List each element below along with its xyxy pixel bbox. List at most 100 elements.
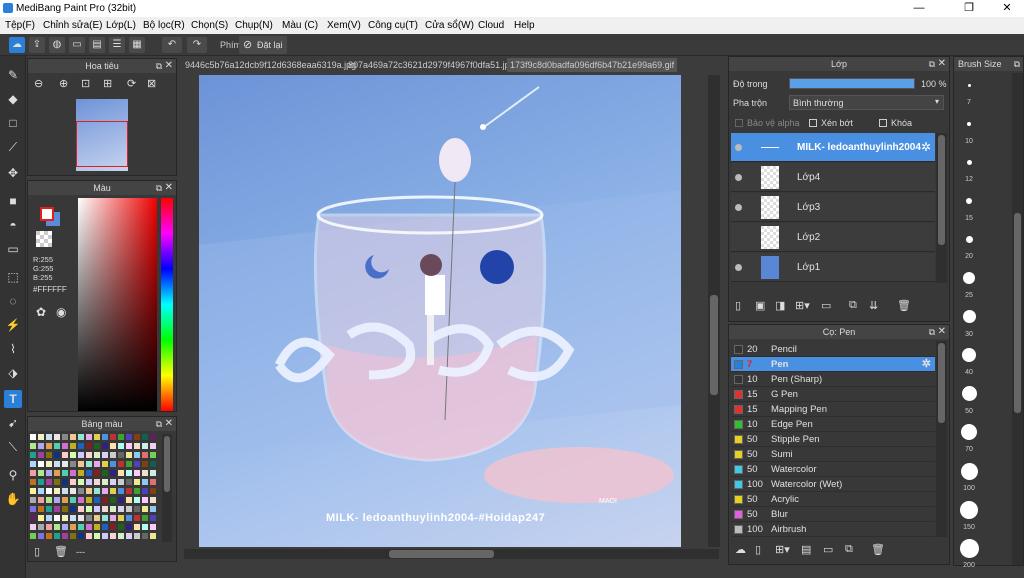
palette-swatch[interactable]: [86, 533, 92, 539]
palette-swatch[interactable]: [142, 452, 148, 458]
palette-swatch[interactable]: [110, 506, 116, 512]
palette-swatch[interactable]: [94, 461, 100, 467]
palette-swatch[interactable]: [134, 452, 140, 458]
palette-swatch[interactable]: [102, 533, 108, 539]
palette-swatch[interactable]: [150, 479, 156, 485]
palette-swatch[interactable]: [126, 488, 132, 494]
palette-swatch[interactable]: [30, 461, 36, 467]
new-palette-icon[interactable]: ▯: [34, 545, 40, 558]
brush-folder-icon[interactable]: ▭: [823, 543, 833, 556]
gear-icon[interactable]: ✲: [921, 140, 931, 154]
palette-swatch[interactable]: [86, 497, 92, 503]
palette-swatch[interactable]: [70, 452, 76, 458]
blend-select[interactable]: Bình thường ▾: [789, 95, 944, 110]
brush-size-scroll-thumb[interactable]: [1014, 213, 1021, 413]
brush-item[interactable]: 7 Pen ✲: [731, 357, 935, 372]
palette-swatch[interactable]: [70, 479, 76, 485]
transparent-swatch[interactable]: [36, 231, 52, 247]
layers-scroll-thumb[interactable]: [938, 135, 945, 245]
palette-swatch[interactable]: [30, 434, 36, 440]
palette-swatch[interactable]: [142, 497, 148, 503]
palette-swatch[interactable]: [118, 515, 124, 521]
palette-swatch[interactable]: [46, 443, 52, 449]
brush-size-dot[interactable]: [966, 197, 972, 204]
close-icon[interactable]: ✕: [938, 325, 946, 339]
brush-item[interactable]: 100 Airbrush: [731, 522, 935, 537]
palette-swatch[interactable]: [142, 479, 148, 485]
palette-swatch[interactable]: [30, 479, 36, 485]
new-halftone-layer-icon[interactable]: ▣: [755, 299, 765, 312]
hand-tool-icon[interactable]: ✋: [4, 490, 22, 508]
popout-icon[interactable]: ⧉: [929, 57, 935, 71]
palette-swatch[interactable]: [86, 461, 92, 467]
close-icon[interactable]: ✕: [165, 59, 173, 73]
palette-swatch[interactable]: [118, 488, 124, 494]
palette-swatch[interactable]: [142, 434, 148, 440]
palette-swatch[interactable]: [78, 452, 84, 458]
select-rect-tool-icon[interactable]: ⬚: [4, 268, 22, 286]
palette-swatch[interactable]: [62, 497, 68, 503]
folder-icon[interactable]: ▭: [821, 299, 831, 312]
palette-swatch[interactable]: [70, 533, 76, 539]
palette-swatch[interactable]: [102, 443, 108, 449]
delete-layer-icon[interactable]: 🗑: [897, 299, 911, 312]
palette-swatch[interactable]: [134, 470, 140, 476]
layer-row[interactable]: Lớp2: [731, 223, 935, 252]
brush-scrollbar[interactable]: [936, 341, 947, 537]
popout-icon[interactable]: ⧉: [929, 325, 935, 339]
popout-icon[interactable]: ⧉: [1014, 57, 1020, 71]
tab-image-1[interactable]: 9446c5b76a12dcb9f12d6368eaa6319a.jpg: [182, 58, 359, 72]
add-layer-menu-icon[interactable]: ⊞▾: [795, 299, 810, 312]
palette-swatch[interactable]: [30, 533, 36, 539]
palette-swatch[interactable]: [94, 434, 100, 440]
palette-swatch[interactable]: [78, 497, 84, 503]
list-icon[interactable]: ☰: [109, 37, 125, 53]
text-tool-icon[interactable]: T: [4, 390, 22, 408]
palette-swatch[interactable]: [78, 443, 84, 449]
menu-select[interactable]: Chọn(S): [191, 20, 228, 31]
brush-item[interactable]: 50 Blur: [731, 507, 935, 522]
palette-swatch[interactable]: [46, 515, 52, 521]
lock-checkbox[interactable]: [879, 119, 887, 127]
brush-size-dot[interactable]: [967, 121, 971, 126]
canvas-vscrollbar[interactable]: [708, 75, 720, 547]
palette-swatch[interactable]: [30, 497, 36, 503]
palette-swatch[interactable]: [94, 479, 100, 485]
palette-swatch[interactable]: [150, 434, 156, 440]
palette-swatch[interactable]: [150, 506, 156, 512]
palette-swatch[interactable]: [110, 470, 116, 476]
palette-swatch[interactable]: [150, 497, 156, 503]
palette-icon[interactable]: ✿: [36, 305, 46, 319]
bucket-tool-icon[interactable]: ◓: [4, 216, 22, 234]
palette-swatch[interactable]: [54, 524, 60, 530]
palette-swatch[interactable]: [78, 461, 84, 467]
palette-swatch[interactable]: [142, 506, 148, 512]
palette-swatch[interactable]: [78, 533, 84, 539]
line-tool-icon[interactable]: ⟋: [4, 138, 22, 156]
brush-size-dot[interactable]: [960, 462, 978, 480]
minimize-button[interactable]: —: [904, 0, 934, 17]
palette-swatch[interactable]: [142, 524, 148, 530]
palette-swatch[interactable]: [102, 461, 108, 467]
visibility-icon[interactable]: [735, 264, 742, 271]
palette-swatch[interactable]: [134, 443, 140, 449]
menu-tools[interactable]: Công cụ(T): [368, 20, 418, 31]
palette-swatch[interactable]: [70, 470, 76, 476]
menu-window[interactable]: Cửa sổ(W): [425, 20, 474, 31]
palette-swatch[interactable]: [78, 479, 84, 485]
palette-swatch[interactable]: [110, 461, 116, 467]
palette-swatch[interactable]: [54, 461, 60, 467]
brush-size-dot[interactable]: [962, 348, 976, 363]
clip-checkbox[interactable]: [809, 119, 817, 127]
palette-swatch[interactable]: [94, 488, 100, 494]
palette-swatch[interactable]: [78, 515, 84, 521]
opacity-slider[interactable]: [789, 78, 915, 89]
palette-scroll-thumb[interactable]: [164, 436, 170, 492]
palette-swatch[interactable]: [118, 434, 124, 440]
palette-swatch[interactable]: [62, 443, 68, 449]
menu-filter[interactable]: Bộ lọc(R): [143, 20, 185, 31]
palette-swatch[interactable]: [94, 515, 100, 521]
palette-swatch[interactable]: [102, 452, 108, 458]
palette-swatch[interactable]: [38, 488, 44, 494]
palette-swatch[interactable]: [94, 443, 100, 449]
